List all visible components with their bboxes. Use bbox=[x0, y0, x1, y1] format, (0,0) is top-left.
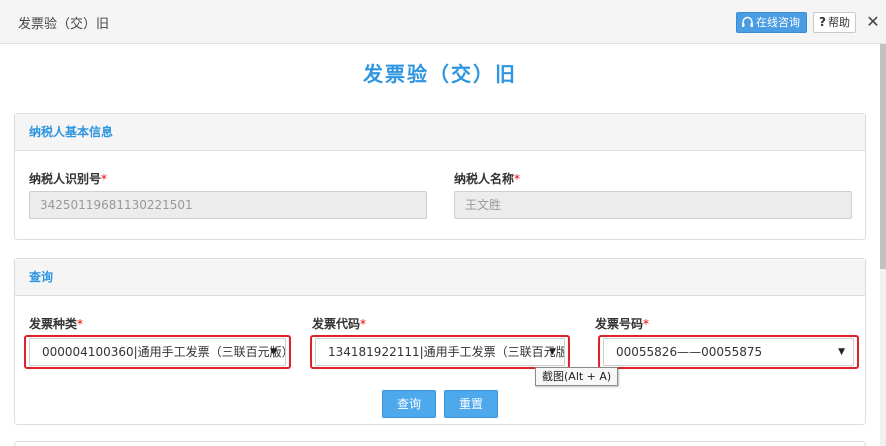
reset-button[interactable]: 重置 bbox=[444, 390, 498, 418]
highlight-box-number bbox=[598, 335, 859, 369]
required-mark: * bbox=[77, 317, 84, 331]
taxpayer-info-panel: 纳税人基本信息 bbox=[14, 113, 866, 240]
taxpayer-name-value: 王文胜 bbox=[465, 198, 502, 212]
results-panel bbox=[14, 441, 866, 446]
taxpayer-id-value: 342501196811302215​01 bbox=[40, 198, 193, 212]
highlight-box-type bbox=[24, 335, 291, 369]
invoice-type-label: 发票种类* bbox=[29, 315, 83, 332]
vertical-scrollbar[interactable] bbox=[880, 44, 886, 446]
invoice-type-label-text: 发票种类 bbox=[29, 317, 78, 331]
help-label: 帮助 bbox=[827, 16, 850, 29]
headset-icon bbox=[742, 16, 753, 27]
required-mark: * bbox=[643, 317, 650, 331]
required-mark: * bbox=[360, 317, 367, 331]
online-consult-button[interactable]: 在线咨询 bbox=[736, 12, 807, 33]
scrollbar-thumb[interactable] bbox=[880, 44, 886, 269]
window-title: 发票验（交）旧 bbox=[18, 17, 110, 32]
window-titlebar: 发票验（交）旧 在线咨询 ? 帮助 ✕ bbox=[0, 0, 886, 44]
required-mark: * bbox=[101, 172, 108, 186]
page-title: 发票验（交）旧 bbox=[363, 62, 517, 86]
taxpayer-id-label-text: 纳税人识别号 bbox=[29, 172, 102, 186]
invoice-code-label-text: 发票代码 bbox=[312, 317, 361, 331]
taxpayer-name-label-text: 纳税人名称 bbox=[454, 172, 515, 186]
invoice-code-label: 发票代码* bbox=[312, 315, 366, 332]
required-mark: * bbox=[514, 172, 521, 186]
screenshot-tooltip: 截图(Alt + A) bbox=[535, 367, 619, 386]
taxpayer-id-label: 纳税人识别号* bbox=[29, 170, 107, 187]
highlight-box-code bbox=[310, 335, 570, 369]
taxpayer-name-field[interactable]: 王文胜 bbox=[454, 191, 852, 219]
taxpayer-name-label: 纳税人名称* bbox=[454, 170, 520, 187]
online-consult-label: 在线咨询 bbox=[756, 16, 800, 29]
help-button[interactable]: ? 帮助 bbox=[813, 12, 856, 33]
taxpayer-id-field[interactable]: 342501196811302215​01 bbox=[29, 191, 427, 219]
invoice-number-label: 发票号码* bbox=[595, 315, 649, 332]
taxpayer-info-header: 纳税人基本信息 bbox=[15, 114, 865, 151]
query-header: 查询 bbox=[15, 259, 865, 296]
search-button[interactable]: 查询 bbox=[382, 390, 436, 418]
close-icon[interactable]: ✕ bbox=[864, 12, 882, 32]
question-icon: ? bbox=[819, 15, 826, 29]
invoice-number-label-text: 发票号码 bbox=[595, 317, 644, 331]
